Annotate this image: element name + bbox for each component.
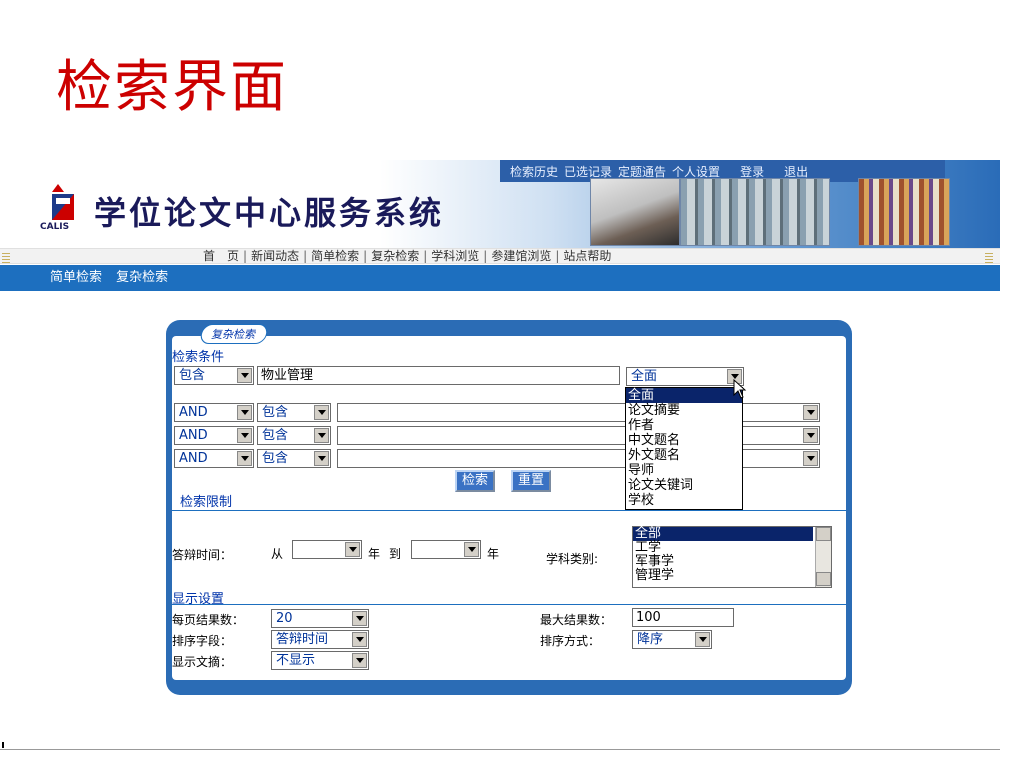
field-option-foreign-title[interactable]: 外文题名: [626, 448, 742, 463]
mouse-cursor-icon: [733, 379, 747, 399]
scroll-down-icon[interactable]: [816, 572, 831, 586]
field-option-cn-title[interactable]: 中文题名: [626, 433, 742, 448]
nav-news[interactable]: 新闻动态: [251, 249, 299, 263]
field-dropdown-list[interactable]: 全面 论文摘要 作者 中文题名 外文题名 导师 论文关键词 学校: [625, 387, 743, 510]
link-logout[interactable]: 退出: [784, 163, 808, 180]
field-option-abstract[interactable]: 论文摘要: [626, 403, 742, 418]
display-divider: [172, 604, 846, 605]
calis-label: CALIS: [40, 222, 70, 232]
nav-library-browse[interactable]: 参建馆浏览: [491, 249, 551, 263]
row3-field-select[interactable]: [744, 426, 820, 445]
subject-listbox[interactable]: 全部 工学 军事学 管理学: [632, 526, 832, 588]
limits-divider: [172, 510, 846, 511]
row4-match-select[interactable]: 包含: [257, 449, 331, 468]
site-logo-text: 学位论文中心服务系统: [94, 194, 445, 232]
per-page-label: 每页结果数：: [172, 613, 245, 627]
link-selected-records[interactable]: 已选记录: [564, 163, 612, 180]
per-page-select[interactable]: 20: [271, 609, 369, 628]
limits-heading: 检索限制: [180, 495, 233, 510]
from-year-select[interactable]: [292, 540, 362, 559]
subject-option-engineering[interactable]: 工学: [633, 541, 831, 555]
nav-advanced-search[interactable]: 复杂检索: [371, 249, 419, 263]
subject-label: 学科类别:: [546, 552, 599, 566]
sort-field-select[interactable]: 答辩时间: [271, 630, 369, 649]
sort-order-select[interactable]: 降序: [632, 630, 712, 649]
field-option-advisor[interactable]: 导师: [626, 463, 742, 478]
nav-grip-left-icon: [2, 251, 10, 263]
main-nav: 首 页 | 新闻动态 | 简单检索 | 复杂检索 | 学科浏览 | 参建馆浏览 | 站点帮助: [0, 248, 1000, 264]
field-option-keywords[interactable]: 论文关键词: [626, 478, 742, 493]
nav-subject-browse[interactable]: 学科浏览: [431, 249, 479, 263]
abstract-select[interactable]: 不显示: [271, 651, 369, 670]
sub-nav: 简单检索 复杂检索: [0, 265, 1000, 291]
sort-order-label: 排序方式：: [540, 634, 601, 648]
subnav-advanced-search[interactable]: 复杂检索: [116, 270, 168, 285]
banner-photo-reading: [858, 178, 950, 246]
link-search-history[interactable]: 检索历史: [510, 163, 558, 180]
field-option-school[interactable]: 学校: [626, 493, 742, 508]
defense-time-label: 答辩时间：: [172, 548, 233, 562]
banner-photo-library: [680, 178, 830, 246]
conditions-heading: 检索条件: [172, 350, 225, 365]
row1-field-select[interactable]: 全面: [626, 367, 744, 386]
link-personal-settings[interactable]: 个人设置: [672, 163, 720, 180]
year-label-1: 年: [368, 547, 381, 561]
row2-logic-select[interactable]: AND: [174, 403, 254, 422]
row2-field-select[interactable]: [744, 403, 820, 422]
link-login[interactable]: 登录: [740, 163, 764, 180]
subject-option-management[interactable]: 管理学: [633, 569, 831, 583]
site-header: 学位论文中心服务系统 CALIS 检索历史 已选记录 定题通告 个人设置 登录 …: [0, 160, 1000, 248]
field-option-author[interactable]: 作者: [626, 418, 742, 433]
subnav-simple-search[interactable]: 简单检索: [50, 270, 102, 285]
sort-field-label: 排序字段：: [172, 634, 233, 648]
banner-photo-meeting: [590, 178, 680, 246]
row1-term-input[interactable]: 物业管理: [257, 366, 620, 385]
link-topic-notice[interactable]: 定题通告: [618, 163, 666, 180]
nav-grip-right-icon: [985, 251, 993, 263]
panel-tab: 复杂检索: [198, 324, 270, 344]
row4-logic-select[interactable]: AND: [174, 449, 254, 468]
row2-match-select[interactable]: 包含: [257, 403, 331, 422]
max-results-label: 最大结果数：: [540, 613, 613, 627]
row3-logic-select[interactable]: AND: [174, 426, 254, 445]
row3-match-select[interactable]: 包含: [257, 426, 331, 445]
nav-help[interactable]: 站点帮助: [563, 249, 611, 263]
to-year-select[interactable]: [411, 540, 481, 559]
to-label: 到: [389, 547, 402, 561]
scroll-up-icon[interactable]: [816, 527, 831, 541]
year-label-2: 年: [487, 547, 500, 561]
slide-marker: [2, 742, 4, 748]
from-label: 从: [271, 547, 284, 561]
field-option-all[interactable]: 全面: [626, 388, 742, 403]
row1-match-select[interactable]: 包含: [174, 366, 254, 385]
slide-title: 检索界面: [56, 55, 288, 120]
nav-home[interactable]: 首 页: [203, 249, 239, 263]
subject-scrollbar[interactable]: [815, 527, 831, 587]
search-button[interactable]: 检索: [455, 470, 496, 492]
subject-option-military[interactable]: 军事学: [633, 555, 831, 569]
subject-option-all[interactable]: 全部: [633, 527, 813, 541]
reset-button[interactable]: 重置: [511, 470, 552, 492]
max-results-input[interactable]: 100: [632, 608, 734, 627]
nav-simple-search[interactable]: 简单检索: [311, 249, 359, 263]
row4-field-select[interactable]: [744, 449, 820, 468]
abstract-label: 显示文摘：: [172, 655, 233, 669]
